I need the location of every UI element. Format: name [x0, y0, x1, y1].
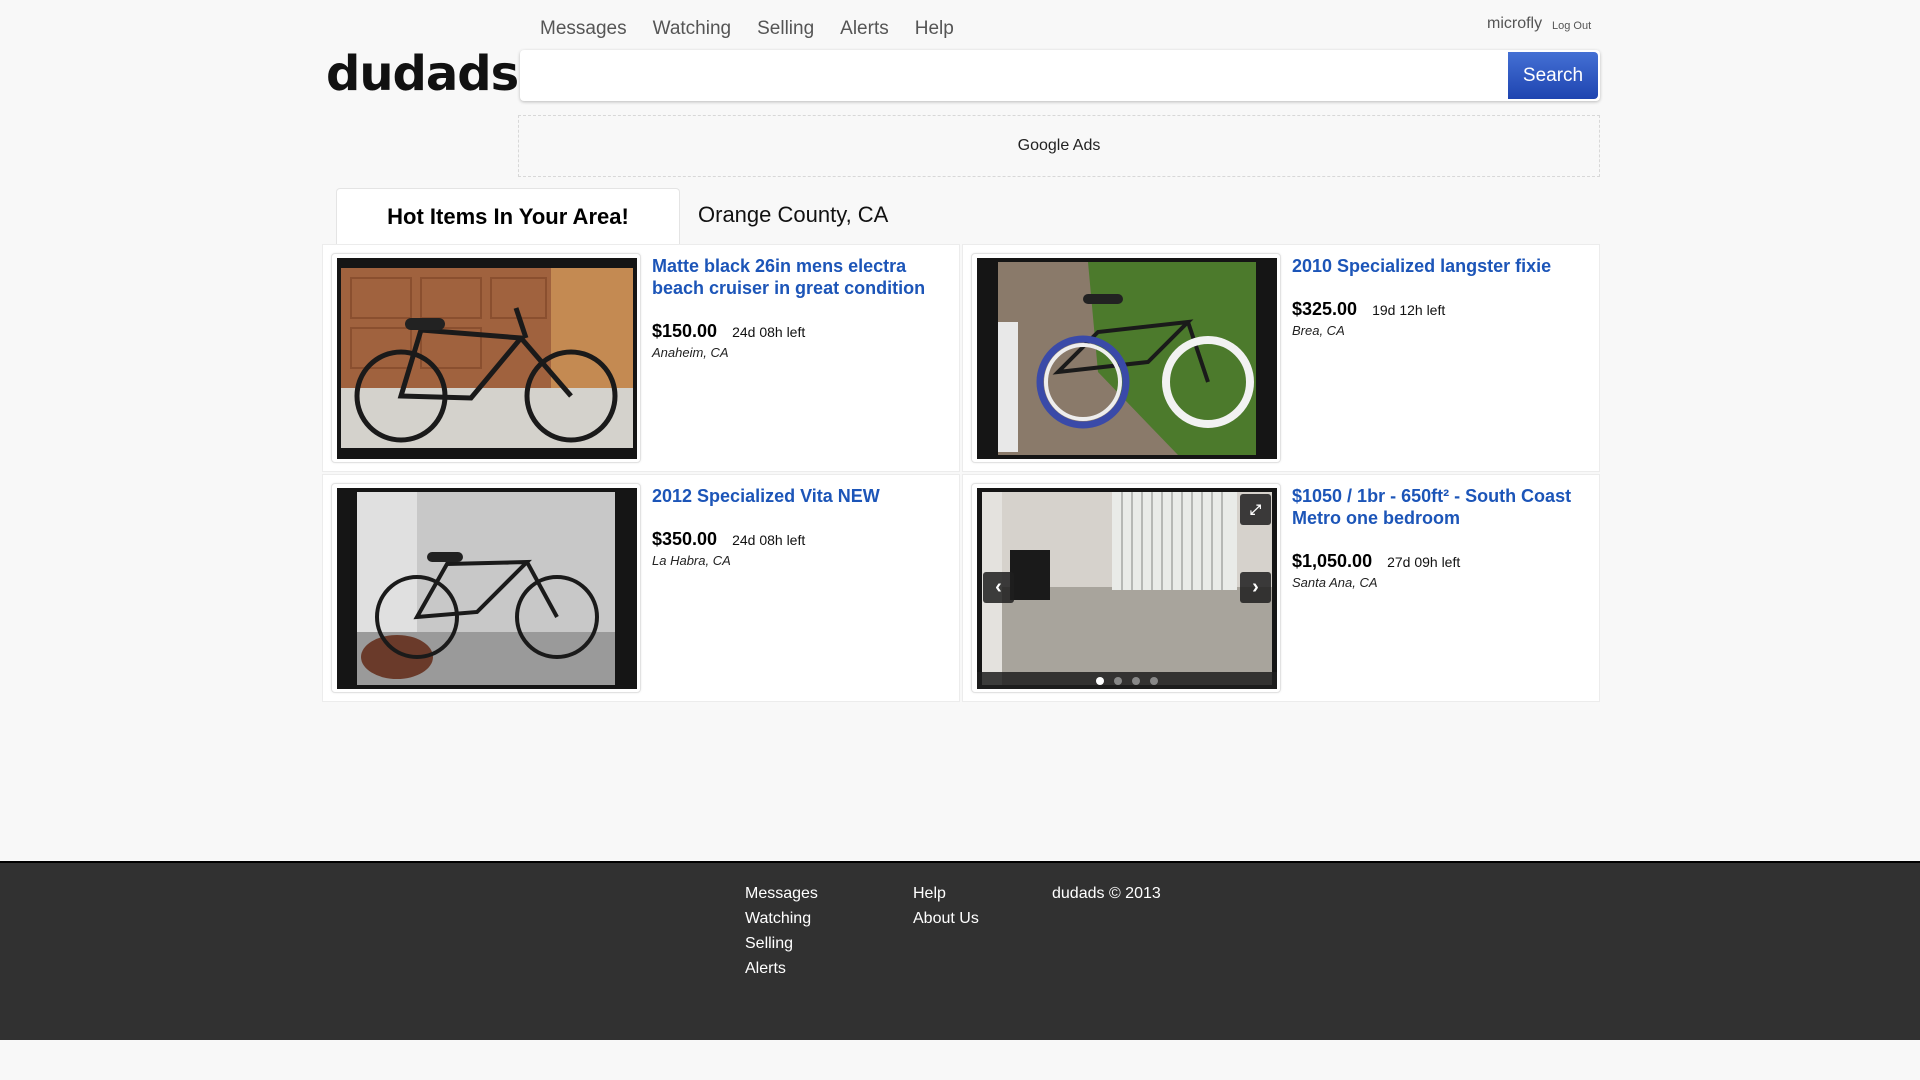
search-input[interactable]	[528, 50, 1532, 103]
copyright: dudads © 2013	[1052, 885, 1161, 902]
gallery-dot-3[interactable]	[1132, 676, 1140, 685]
footer-col-account: Messages Watching Selling Alerts	[745, 881, 818, 981]
tab-hot-items[interactable]: Hot Items In Your Area!	[336, 188, 680, 245]
nav-help[interactable]: Help	[915, 18, 954, 40]
listing-price: $350.00	[652, 529, 718, 549]
listing-info: 2010 Specialized langster fixie $325.00 …	[1292, 255, 1582, 338]
listing-card: Matte black 26in mens electra beach crui…	[322, 244, 960, 472]
footer-alerts[interactable]: Alerts	[745, 956, 818, 981]
footer-col-copyright: dudads © 2013	[1052, 881, 1161, 906]
listing-title[interactable]: 2010 Specialized langster fixie	[1292, 255, 1582, 277]
gallery-pager	[977, 672, 1277, 689]
listing-card: 2012 Specialized Vita NEW $350.00 24d 08…	[322, 474, 960, 702]
gallery-prev-button[interactable]: ‹	[983, 572, 1014, 603]
footer-about[interactable]: About Us	[913, 906, 979, 931]
listing-location: Anaheim, CA	[652, 345, 729, 360]
listing-info: $1050 / 1br - 650ft² - South Coast Metro…	[1292, 485, 1582, 590]
listing-location: Brea, CA	[1292, 323, 1345, 338]
listing-card: 2010 Specialized langster fixie $325.00 …	[962, 244, 1600, 472]
location-selector[interactable]: Orange County, CA	[698, 202, 888, 228]
expand-icon[interactable]: ⤢	[1240, 494, 1271, 525]
listing-card: ⤢ ‹ › $1050 / 1br - 650ft² - South Coast…	[962, 474, 1600, 702]
tab-hot-items-label: Hot Items In Your Area!	[387, 204, 629, 229]
listing-time-left: 24d 08h left	[732, 532, 806, 548]
username[interactable]: microfly	[1487, 15, 1542, 33]
top-nav: Messages Watching Selling Alerts Help	[540, 18, 980, 40]
gallery-dot-4[interactable]	[1150, 676, 1158, 685]
ads-placeholder: Google Ads	[518, 115, 1600, 177]
gallery-dot-1[interactable]	[1096, 676, 1104, 685]
listing-title[interactable]: 2012 Specialized Vita NEW	[652, 485, 942, 507]
listing-price: $325.00	[1292, 299, 1358, 319]
search-bar: Search	[520, 50, 1600, 103]
listing-info: 2012 Specialized Vita NEW $350.00 24d 08…	[652, 485, 942, 568]
listing-location: La Habra, CA	[652, 553, 731, 568]
nav-watching[interactable]: Watching	[653, 18, 732, 40]
listing-time-left: 27d 09h left	[1387, 554, 1461, 570]
listing-price: $150.00	[652, 321, 718, 341]
listing-time-left: 19d 12h left	[1372, 302, 1446, 318]
image-gallery: ⤢ ‹ ›	[971, 483, 1281, 693]
nav-selling[interactable]: Selling	[757, 18, 814, 40]
logo[interactable]: dudads	[326, 44, 519, 104]
footer-col-info: Help About Us	[913, 881, 979, 931]
listing-time-left: 24d 08h left	[732, 324, 806, 340]
gallery-dot-2[interactable]	[1114, 676, 1122, 685]
bike-photo	[357, 492, 615, 685]
nav-messages[interactable]: Messages	[540, 18, 627, 40]
ads-label: Google Ads	[1017, 137, 1101, 154]
search-button[interactable]: Search	[1508, 52, 1598, 99]
nav-alerts[interactable]: Alerts	[840, 18, 889, 40]
bike-photo	[998, 262, 1256, 455]
listing-thumbnail[interactable]	[971, 253, 1281, 463]
apartment-photo[interactable]	[982, 492, 1272, 685]
logout-link[interactable]: Log Out	[1552, 20, 1591, 32]
listing-title[interactable]: $1050 / 1br - 650ft² - South Coast Metro…	[1292, 485, 1582, 529]
listing-info: Matte black 26in mens electra beach crui…	[652, 255, 942, 360]
bike-photo	[341, 268, 633, 448]
listing-thumbnail[interactable]	[331, 483, 641, 693]
listing-title[interactable]: Matte black 26in mens electra beach crui…	[652, 255, 942, 299]
gallery-next-button[interactable]: ›	[1240, 572, 1271, 603]
footer-watching[interactable]: Watching	[745, 906, 818, 931]
footer-selling[interactable]: Selling	[745, 931, 818, 956]
footer-help[interactable]: Help	[913, 881, 979, 906]
footer: Messages Watching Selling Alerts Help Ab…	[0, 861, 1920, 1040]
listing-thumbnail[interactable]	[331, 253, 641, 463]
listing-price: $1,050.00	[1292, 551, 1373, 571]
footer-messages[interactable]: Messages	[745, 881, 818, 906]
listing-location: Santa Ana, CA	[1292, 575, 1378, 590]
